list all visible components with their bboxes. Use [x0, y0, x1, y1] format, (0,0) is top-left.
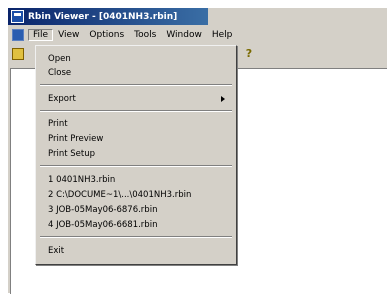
menu-item-export[interactable]: Export: [48, 93, 76, 105]
menu-item-recent-1[interactable]: 1 0401NH3.rbin: [48, 174, 115, 186]
open-folder-icon[interactable]: [12, 48, 24, 60]
menu-options[interactable]: Options: [84, 29, 129, 41]
menu-item-recent-4[interactable]: 4 JOB-05May06-6681.rbin: [48, 219, 157, 231]
menu-help[interactable]: Help: [207, 29, 238, 41]
menu-item-print-preview[interactable]: Print Preview: [48, 133, 103, 145]
menu-bar: File View Options Tools Window Help: [8, 27, 387, 43]
submenu-arrow-icon: [221, 96, 225, 102]
app-icon[interactable]: [11, 10, 24, 23]
menu-item-open[interactable]: Open: [48, 53, 71, 65]
menu-item-recent-2[interactable]: 2 C:\DOCUME~1\...\0401NH3.rbin: [48, 189, 191, 201]
menu-separator: [40, 84, 232, 86]
menu-item-recent-3[interactable]: 3 JOB-05May06-6876.rbin: [48, 204, 157, 216]
menu-separator: [40, 236, 232, 238]
menu-item-print[interactable]: Print: [48, 118, 68, 130]
menu-item-close[interactable]: Close: [48, 67, 71, 79]
mdi-child-icon[interactable]: [12, 29, 24, 41]
window-title: Rbin Viewer - [0401NH3.rbin]: [28, 11, 178, 22]
menu-item-exit[interactable]: Exit: [48, 245, 64, 257]
help-icon[interactable]: ?: [243, 48, 255, 60]
menu-tools[interactable]: Tools: [129, 29, 161, 41]
menu-separator: [40, 110, 232, 112]
menu-file[interactable]: File: [28, 29, 54, 41]
file-menu-dropdown: Open Close Export Print Print Preview Pr…: [35, 45, 237, 265]
menu-separator: [40, 165, 232, 167]
menu-window[interactable]: Window: [161, 29, 207, 41]
menu-item-print-setup[interactable]: Print Setup: [48, 148, 95, 160]
menu-view[interactable]: View: [53, 29, 84, 41]
title-bar[interactable]: Rbin Viewer - [0401NH3.rbin]: [8, 8, 208, 25]
